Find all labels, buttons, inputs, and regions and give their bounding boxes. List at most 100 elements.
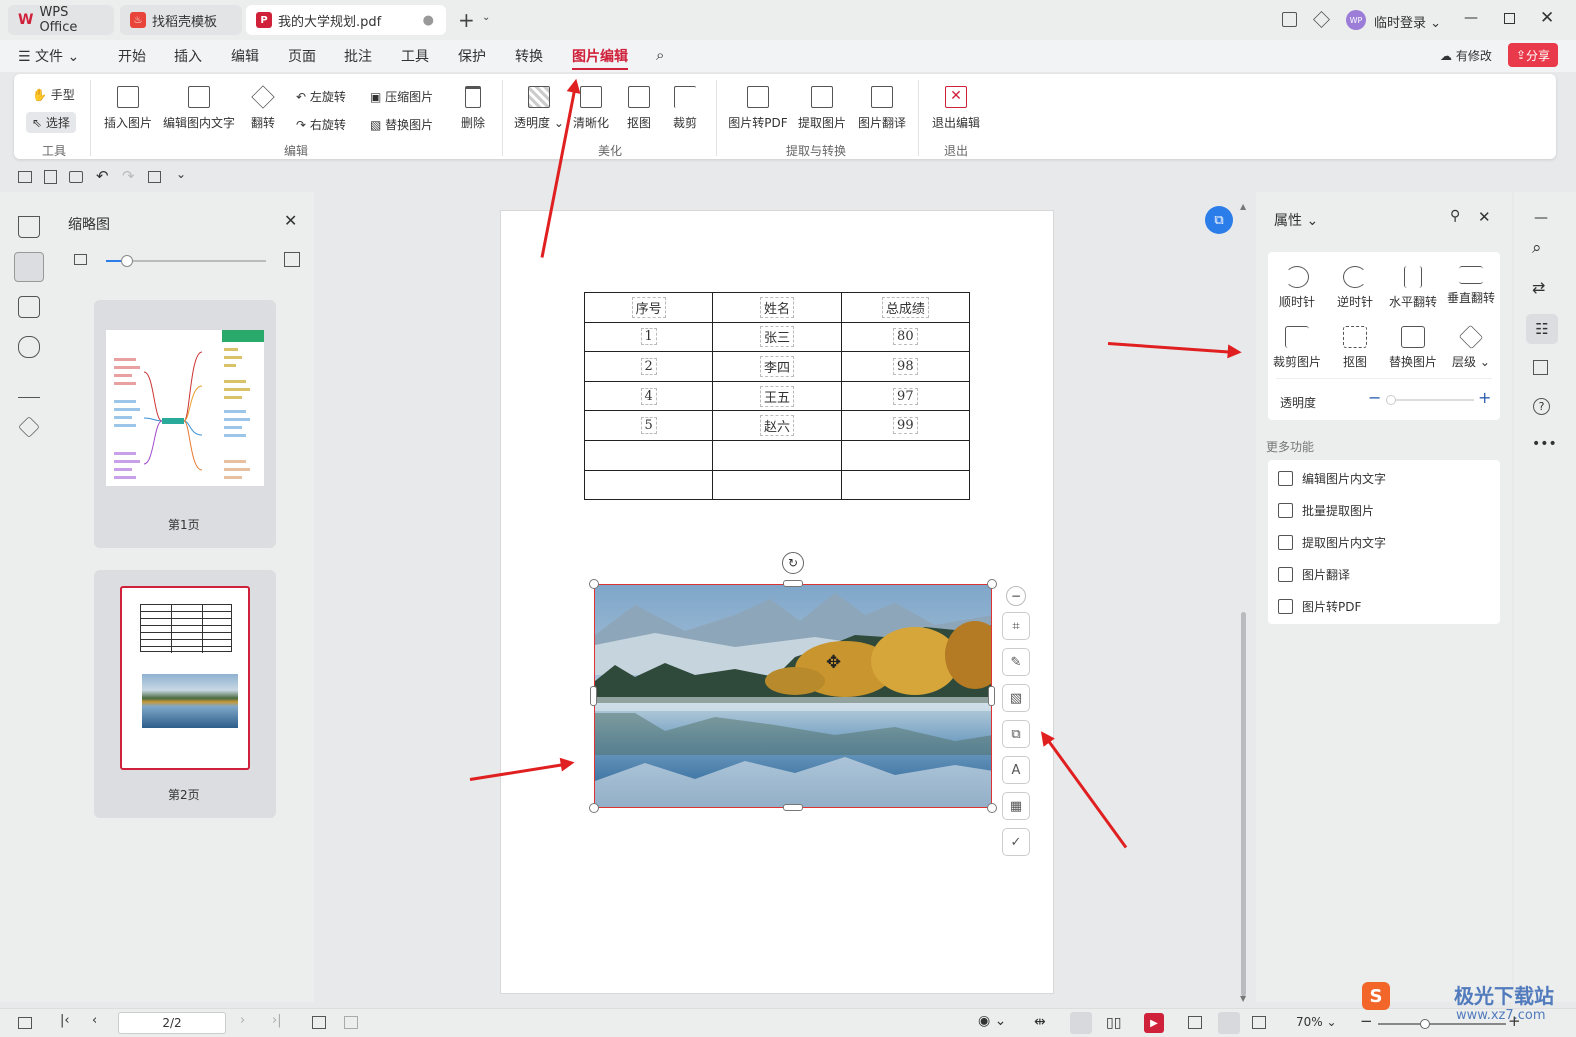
login-button[interactable]: 临时登录 ⌄ [1374, 12, 1441, 31]
table-cell[interactable]: 4 [640, 387, 657, 405]
help-icon[interactable]: ? [1533, 398, 1550, 415]
more-item-batch-extract[interactable]: 批量提取图片 [1278, 502, 1374, 519]
redo-icon[interactable]: ↷ [122, 167, 135, 185]
search-icon[interactable]: ⌕ [656, 46, 664, 64]
crop-button[interactable]: 裁剪 [668, 86, 702, 131]
table-cell[interactable]: 80 [893, 328, 918, 346]
tab-wps-office[interactable]: W WPS Office [8, 5, 114, 35]
translate-float-button[interactable]: ⧉ [1205, 206, 1233, 234]
vertical-scrollbar[interactable]: ▲ ▼ [1240, 200, 1248, 1003]
more-item-translate[interactable]: 图片翻译 [1278, 566, 1350, 583]
flip-vertical-button[interactable]: 垂直翻转 [1442, 266, 1500, 306]
more-icon[interactable]: ••• [1532, 436, 1557, 452]
last-page-icon[interactable]: ›| [272, 1013, 282, 1028]
open-icon[interactable] [18, 171, 32, 183]
maximize-icon[interactable] [1504, 13, 1515, 24]
next-page-icon[interactable]: › [240, 1013, 245, 1028]
table-cell[interactable]: 1 [640, 328, 657, 346]
tab-document[interactable]: P 我的大学规划.pdf ● [246, 5, 446, 35]
exit-edit-button[interactable]: ✕ 退出编辑 [930, 86, 982, 131]
rotate-right-button[interactable]: ↷ 右旋转 [296, 116, 346, 133]
compress-image-button[interactable]: ▣ 压缩图片 [370, 88, 433, 105]
delete-button[interactable]: 删除 [460, 86, 486, 131]
fit-page-icon[interactable] [1218, 1012, 1240, 1034]
rotate-handle-icon[interactable]: ↻ [782, 552, 804, 574]
single-page-icon[interactable] [1070, 1012, 1092, 1034]
avatar[interactable]: WP [1346, 10, 1366, 30]
zoom-select[interactable]: 70% ⌄ [1296, 1015, 1337, 1029]
modified-status[interactable]: ☁ 有修改 [1440, 47, 1492, 64]
insert-image-button[interactable]: 插入图片 [102, 86, 154, 131]
table-cell[interactable]: 5 [640, 417, 657, 435]
fit-width-icon[interactable]: ⇹ [1034, 1014, 1046, 1030]
menu-convert[interactable]: 转换 [515, 46, 543, 66]
resize-handle[interactable] [987, 579, 997, 589]
thumbnail-icon[interactable] [14, 252, 44, 282]
rotate-counterclockwise-button[interactable]: 逆时针 [1326, 266, 1384, 310]
table-cell[interactable]: 97 [893, 387, 918, 405]
replace-image-icon[interactable]: ▧ [1002, 684, 1030, 712]
collapse-icon[interactable]: − [1006, 586, 1026, 606]
properties-icon[interactable]: ☷ [1526, 314, 1558, 344]
convert-icon[interactable]: ⇄ [1532, 278, 1545, 297]
zoom-slider[interactable] [106, 255, 266, 267]
layer-button[interactable]: 层级 ⌄ [1442, 324, 1500, 370]
crop-icon[interactable]: ⌗ [1002, 612, 1030, 640]
signature-icon[interactable] [18, 376, 40, 398]
cutout-button[interactable]: 抠图 [1326, 326, 1384, 370]
text-style-icon[interactable]: A [1002, 756, 1030, 784]
table-cell[interactable]: 姓名 [759, 296, 794, 318]
crop-view-icon[interactable] [1252, 1016, 1266, 1029]
more-item-extract-text[interactable]: 提取图片内文字 [1278, 534, 1386, 551]
forward-icon[interactable] [344, 1016, 358, 1029]
page-number-input[interactable]: 2/2 [118, 1012, 226, 1034]
plus-icon[interactable]: + [1478, 388, 1491, 407]
prev-page-icon[interactable]: ‹ [92, 1013, 97, 1028]
rotate-left-button[interactable]: ↶ 左旋转 [296, 88, 346, 105]
menu-insert[interactable]: 插入 [174, 46, 202, 66]
more-item-edit-text[interactable]: 编辑图片内文字 [1278, 470, 1386, 487]
image-translate-icon[interactable]: ▦ [1002, 792, 1030, 820]
small-image-icon[interactable] [74, 254, 87, 265]
share-button[interactable]: ⇪ 分享 [1508, 43, 1558, 67]
hand-tool-button[interactable]: ✋ 手型 [32, 86, 75, 103]
edit-image-icon[interactable]: ✎ [1002, 648, 1030, 676]
resize-handle[interactable] [590, 686, 597, 706]
two-page-icon[interactable]: ▯▯ [1106, 1015, 1121, 1031]
chevron-down-icon[interactable]: ⌄ [176, 167, 186, 181]
menu-annotate[interactable]: 批注 [344, 46, 372, 66]
scrollbar-thumb[interactable] [1241, 612, 1246, 996]
file-menu[interactable]: ☰ 文件 ⌄ [18, 46, 79, 66]
image-to-pdf-button[interactable]: 图片转PDF [728, 86, 788, 131]
minimize-icon[interactable]: — [1464, 10, 1478, 26]
opacity-slider[interactable] [1386, 395, 1474, 405]
tab-templates[interactable]: ♨ 找稻壳模板 [120, 5, 242, 35]
menu-image-edit[interactable]: 图片编辑 [572, 46, 628, 70]
print-icon[interactable] [69, 171, 83, 183]
read-mode-icon[interactable] [1188, 1016, 1202, 1029]
table-cell[interactable]: 张三 [759, 326, 794, 348]
table-cell[interactable]: 王五 [759, 385, 794, 407]
table-cell[interactable]: 序号 [631, 296, 666, 318]
table-cell[interactable]: 总成绩 [881, 296, 929, 318]
flip-horizontal-button[interactable]: 水平翻转 [1384, 266, 1442, 310]
chevron-down-icon[interactable]: ⌄ [482, 12, 490, 23]
confirm-icon[interactable]: ✓ [1002, 828, 1030, 856]
close-icon[interactable]: ✕ [284, 211, 297, 230]
replace-image-button[interactable]: 替换图片 [1384, 326, 1442, 370]
bookmark-icon[interactable] [18, 216, 40, 238]
edit-image-text-button[interactable]: 编辑图内文字 [162, 86, 236, 131]
crop-image-button[interactable]: 裁剪图片 [1268, 326, 1326, 370]
cutout-button[interactable]: 抠图 [622, 86, 656, 131]
opacity-slider-thumb[interactable] [1386, 395, 1396, 405]
selected-landscape-image[interactable] [594, 584, 992, 808]
table-cell[interactable]: 李四 [759, 355, 794, 377]
sidebar-toggle-icon[interactable] [18, 1017, 32, 1029]
copy-icon[interactable] [148, 171, 161, 183]
new-tab-icon[interactable]: + [458, 8, 475, 32]
menu-tools[interactable]: 工具 [401, 46, 429, 66]
table-cell[interactable]: 赵六 [759, 415, 794, 437]
extract-image-button[interactable]: 提取图片 [796, 86, 848, 131]
table-cell[interactable]: 98 [893, 357, 918, 375]
layers-icon[interactable] [18, 416, 40, 438]
